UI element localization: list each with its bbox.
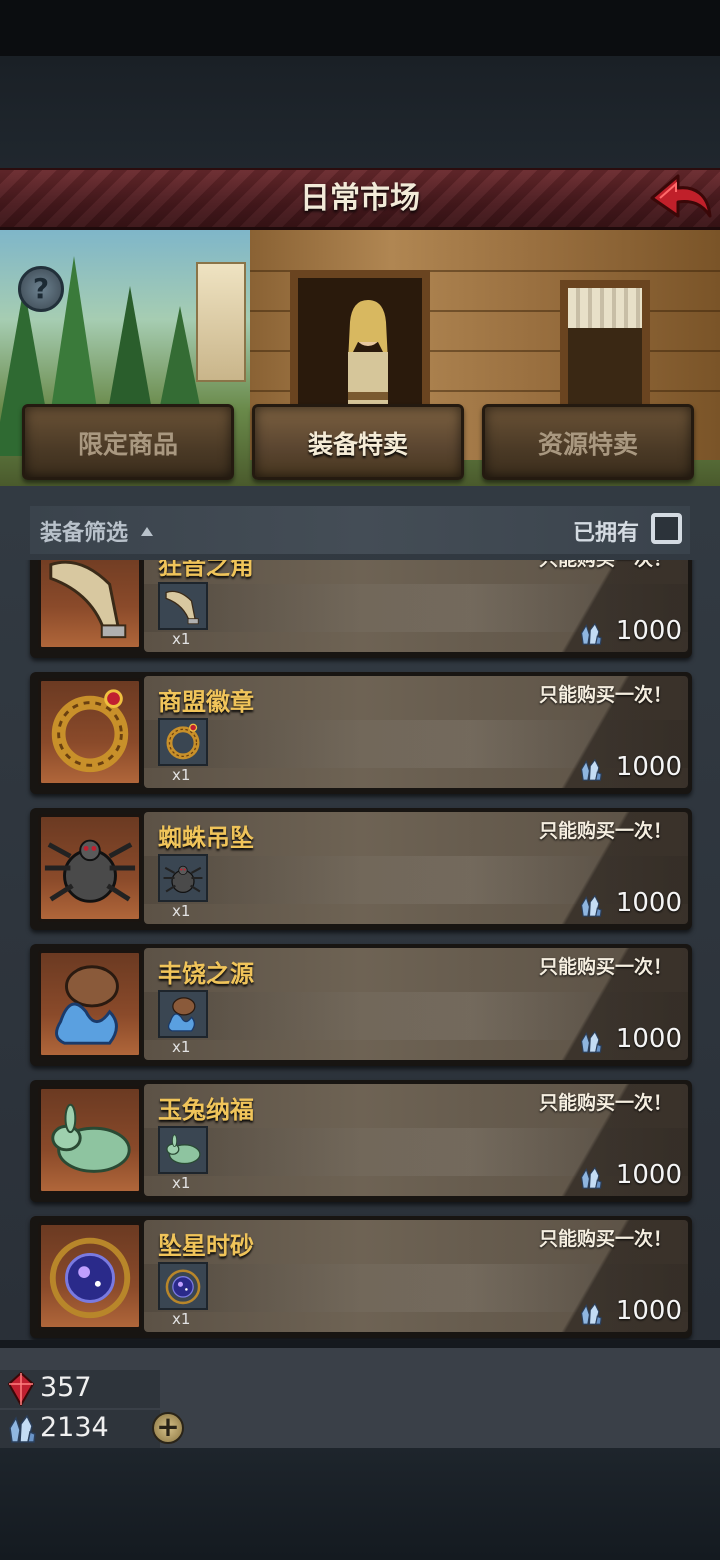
shop-item-card[interactable]: 坠星时砂 只能购买一次！ x1 1000 <box>30 1216 692 1338</box>
owned-checkbox[interactable] <box>651 513 682 544</box>
item-price: 1000 <box>615 1160 682 1190</box>
status-bar <box>0 0 720 56</box>
blue-crystal-icon <box>580 894 602 917</box>
purchase-limit-label: 只能购买一次！ <box>538 1092 672 1114</box>
item-name: 商盟徽章 <box>158 688 254 716</box>
red-gem-row: 357 <box>0 1370 160 1408</box>
spider-pendant-icon <box>163 865 203 894</box>
item-price: 1000 <box>615 888 682 918</box>
purchase-limit-label: 只能购买一次！ <box>538 684 672 706</box>
item-quantity: x1 <box>172 1038 191 1056</box>
red-gem-count: 357 <box>40 1372 92 1403</box>
water-jug-icon <box>167 997 196 1032</box>
item-quantity: x1 <box>172 766 191 784</box>
star-orb-icon <box>49 1237 131 1319</box>
shop-item-card[interactable]: 商盟徽章 只能购买一次！ x1 1000 <box>30 672 692 794</box>
purchase-limit-label: 只能购买一次！ <box>539 560 672 571</box>
back-button[interactable] <box>648 172 714 226</box>
item-price: 1000 <box>615 752 682 782</box>
shop-item-card[interactable]: 蜘蛛吊坠 只能购买一次！ x1 1000 <box>30 808 692 930</box>
blue-crystal-icon <box>9 1414 36 1443</box>
horn-icon <box>165 590 199 625</box>
top-background <box>0 56 720 168</box>
purchase-limit-label: 只能购买一次！ <box>538 956 672 978</box>
item-preview-slot[interactable] <box>158 990 208 1038</box>
add-crystal-button[interactable]: + <box>152 1412 184 1444</box>
red-gem-icon <box>8 1372 34 1406</box>
equipment-filter-button[interactable]: 装备筛选 <box>40 515 128 547</box>
item-list[interactable]: 狂音之角只能购买一次！x11000商盟徽章只能购买一次！x11000蜘蛛吊坠只能… <box>0 560 720 1340</box>
star-orb-icon <box>165 1269 201 1305</box>
item-preview-slot[interactable] <box>158 854 208 902</box>
item-name: 狂音之角 <box>158 560 254 580</box>
jade-rabbit-icon <box>51 1103 131 1173</box>
item-icon-frame <box>38 678 142 786</box>
item-quantity: x1 <box>172 902 191 920</box>
blue-crystal-count: 2134 <box>40 1412 109 1443</box>
spider-pendant-icon <box>44 839 136 903</box>
help-button[interactable]: ? <box>18 266 64 312</box>
caret-up-icon <box>141 527 153 536</box>
currency-footer: 357 2134 <box>0 1348 720 1448</box>
item-quantity: x1 <box>172 1174 191 1192</box>
purchase-limit-label: 只能购买一次！ <box>538 820 672 842</box>
banner-flag <box>196 262 246 382</box>
shop-item-card[interactable]: 狂音之角 只能购买一次！ x1 1000 <box>30 560 692 658</box>
tab-equipment-sale[interactable]: 装备特卖 <box>252 404 464 480</box>
tab-limited-goods[interactable]: 限定商品 <box>22 404 234 480</box>
item-icon-frame <box>38 1222 142 1330</box>
shop-item-card[interactable]: 丰饶之源 只能购买一次！ x1 1000 <box>30 944 692 1066</box>
blue-crystal-icon <box>580 1030 602 1053</box>
item-name: 玉兔纳福 <box>158 1096 254 1124</box>
item-preview-slot[interactable] <box>158 718 208 766</box>
blue-crystal-icon <box>580 1166 602 1189</box>
jade-rabbit-icon <box>166 1134 201 1165</box>
item-icon-frame <box>38 950 142 1058</box>
item-icon-frame <box>38 560 142 650</box>
blue-crystal-icon <box>580 758 602 781</box>
item-icon-frame <box>38 1086 142 1194</box>
golden-serpent-badge-icon <box>51 689 129 773</box>
item-price: 1000 <box>615 616 682 646</box>
item-preview-slot[interactable] <box>158 1126 208 1174</box>
item-name: 蜘蛛吊坠 <box>158 824 254 852</box>
divider <box>0 1340 720 1348</box>
item-preview-slot[interactable] <box>158 1262 208 1310</box>
blue-crystal-icon <box>580 622 602 645</box>
item-price: 1000 <box>615 1296 682 1326</box>
item-name: 丰饶之源 <box>158 960 254 988</box>
tab-resource-sale[interactable]: 资源特卖 <box>482 404 694 480</box>
item-quantity: x1 <box>172 630 191 648</box>
blue-crystal-icon <box>580 1302 602 1325</box>
title-bar: 日常市场 <box>0 168 720 230</box>
page-title: 日常市场 <box>300 181 420 216</box>
horn-icon <box>49 560 127 639</box>
blue-crystal-row: 2134 <box>0 1410 160 1448</box>
item-price: 1000 <box>615 1024 682 1054</box>
item-quantity: x1 <box>172 1310 191 1328</box>
item-name: 坠星时砂 <box>158 1232 254 1260</box>
item-preview-slot[interactable] <box>158 582 208 630</box>
purchase-limit-label: 只能购买一次！ <box>538 1228 672 1250</box>
golden-serpent-badge-icon <box>166 723 200 760</box>
item-icon-frame <box>38 814 142 922</box>
bottom-background <box>0 1448 720 1560</box>
water-jug-icon <box>55 965 119 1045</box>
owned-label: 已拥有 <box>573 521 640 546</box>
shop-item-card[interactable]: 玉兔纳福 只能购买一次！ x1 1000 <box>30 1080 692 1202</box>
back-arrow-icon <box>650 174 712 218</box>
